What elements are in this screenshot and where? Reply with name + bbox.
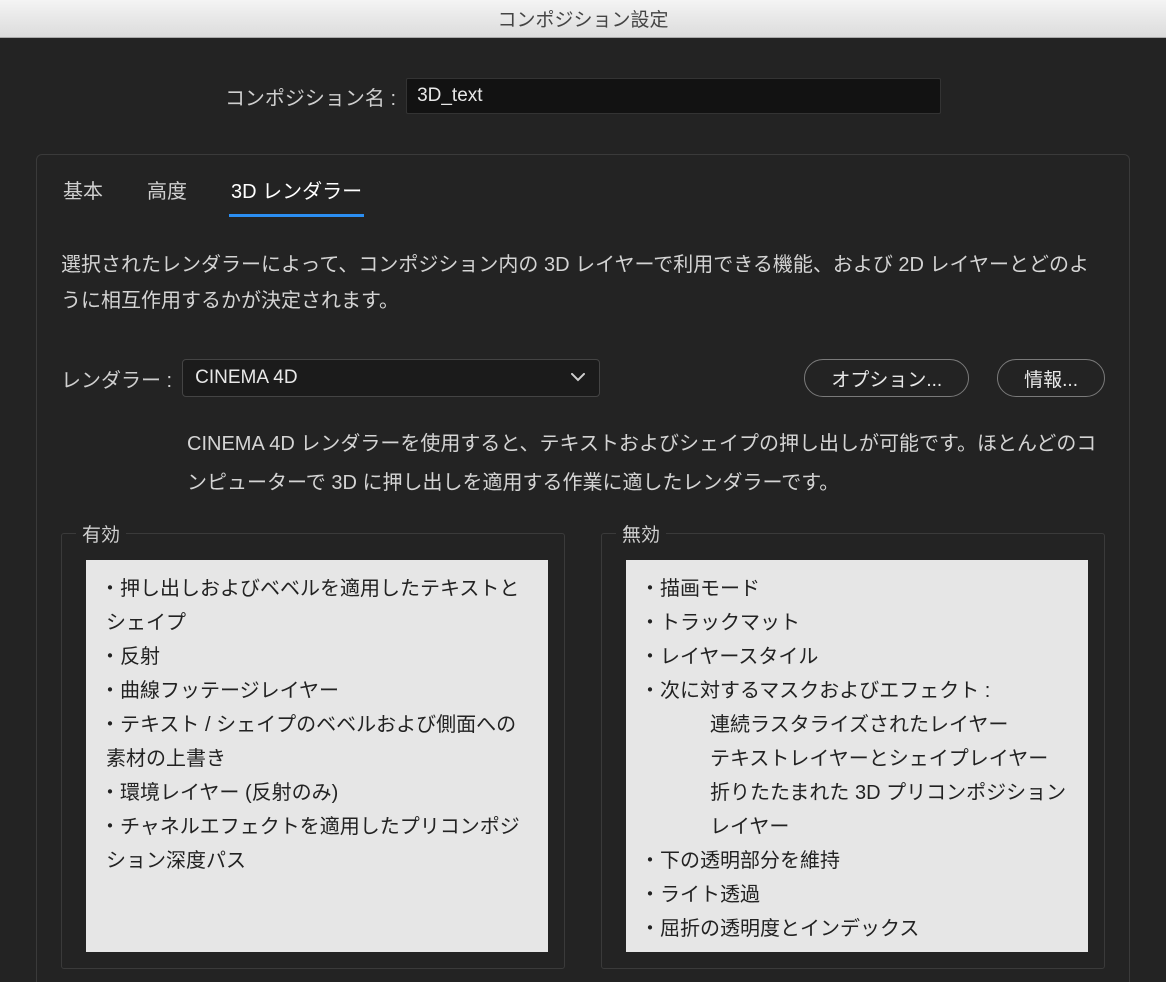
list-item: ・チャネルエフェクトを適用したプリコンポジション深度パス (100, 810, 534, 878)
disabled-group: 無効 ・描画モード・トラックマット・レイヤースタイル・次に対するマスクおよびエフ… (601, 533, 1105, 969)
chevron-down-icon (571, 366, 585, 388)
renderer-select[interactable]: CINEMA 4D (182, 359, 600, 397)
window-titlebar: コンポジション設定 (0, 0, 1166, 38)
options-button[interactable]: オプション... (804, 359, 969, 397)
list-item: ・押し出しおよびベベルを適用したテキストとシェイプ (100, 572, 534, 640)
list-item: ・環境レイヤー (反射のみ) (100, 776, 534, 810)
list-item: ・反射 (100, 640, 534, 674)
list-item: 折りたたまれた 3D プリコンポジションレイヤー (640, 776, 1074, 844)
renderer-selected-value: CINEMA 4D (195, 367, 297, 389)
list-item: ・ライト透過 (640, 878, 1074, 912)
enabled-list: ・押し出しおよびベベルを適用したテキストとシェイプ・反射・曲線フッテージレイヤー… (86, 560, 548, 952)
list-item: ・描画モード (640, 572, 1074, 606)
list-item: ・下の透明部分を維持 (640, 844, 1074, 878)
dialog-content: コンポジション名 : 基本 高度 3D レンダラー 選択されたレンダラーによって… (0, 38, 1166, 982)
composition-name-input[interactable] (406, 78, 941, 114)
settings-panel: 基本 高度 3D レンダラー 選択されたレンダラーによって、コンポジション内の … (36, 154, 1130, 982)
enabled-group: 有効 ・押し出しおよびベベルを適用したテキストとシェイプ・反射・曲線フッテージレ… (61, 533, 565, 969)
list-item: ・レイヤースタイル (640, 640, 1074, 674)
renderer-description: CINEMA 4D レンダラーを使用すると、テキストおよびシェイプの押し出しが可… (37, 397, 1129, 503)
list-item: ・屈折の透明度とインデックス (640, 912, 1074, 946)
list-item: ・トラックマット (640, 606, 1074, 640)
tab-basic[interactable]: 基本 (61, 173, 105, 217)
list-item: 連続ラスタライズされたレイヤー (640, 708, 1074, 742)
window-title: コンポジション設定 (497, 5, 668, 32)
list-item: ・テキスト / シェイプのベベルおよび側面への素材の上書き (100, 708, 534, 776)
about-button[interactable]: 情報... (997, 359, 1105, 397)
disabled-group-label: 無効 (616, 520, 666, 547)
renderer-row: レンダラー : CINEMA 4D オプション... 情報... (37, 329, 1129, 397)
list-item: テキストレイヤーとシェイプレイヤー (640, 742, 1074, 776)
disabled-list: ・描画モード・トラックマット・レイヤースタイル・次に対するマスクおよびエフェクト… (626, 560, 1088, 952)
tabs: 基本 高度 3D レンダラー (37, 155, 1129, 217)
list-item: ・次に対するマスクおよびエフェクト : (640, 674, 1074, 708)
list-item: ・曲線フッテージレイヤー (100, 674, 534, 708)
enabled-group-label: 有効 (76, 520, 126, 547)
tab-advanced[interactable]: 高度 (145, 173, 189, 217)
composition-name-label: コンポジション名 : (225, 82, 396, 111)
tab-description: 選択されたレンダラーによって、コンポジション内の 3D レイヤーで利用できる機能… (37, 217, 1129, 329)
composition-name-row: コンポジション名 : (30, 78, 1136, 114)
tab-3d-renderer[interactable]: 3D レンダラー (229, 173, 364, 217)
feature-lists-row: 有効 ・押し出しおよびベベルを適用したテキストとシェイプ・反射・曲線フッテージレ… (37, 503, 1129, 969)
renderer-label: レンダラー : (61, 364, 172, 393)
